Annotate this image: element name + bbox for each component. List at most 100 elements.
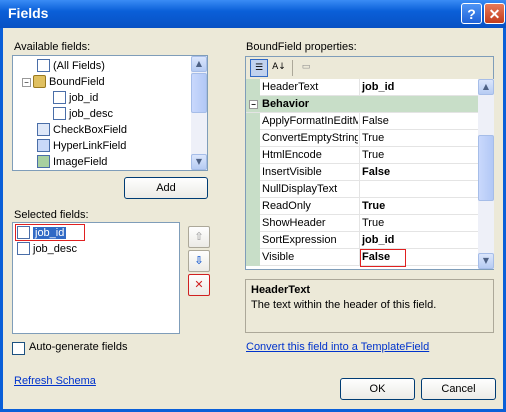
- property-name: HeaderText: [262, 81, 319, 93]
- property-row-applyformatineditmode[interactable]: ApplyFormatInEditM False: [246, 113, 478, 130]
- row-separator: [359, 164, 360, 181]
- selected-fields-label: Selected fields:: [14, 209, 89, 221]
- row-gutter: [246, 164, 260, 181]
- ok-button[interactable]: OK: [340, 378, 415, 400]
- move-up-button[interactable]: ⇧: [188, 226, 210, 248]
- property-rows: HeaderText job_id − Behavior ApplyFormat…: [246, 79, 479, 269]
- selected-item-job-desc[interactable]: job_desc: [17, 242, 77, 255]
- property-toolbar: ☰ A↓ ▭: [246, 57, 493, 79]
- property-row-readonly[interactable]: ReadOnly True: [246, 198, 478, 215]
- tree-item-boundfield[interactable]: − BoundField: [22, 75, 105, 88]
- boundfield-icon: [33, 75, 46, 88]
- row-gutter: [246, 232, 260, 249]
- property-row-showheader[interactable]: ShowHeader True: [246, 215, 478, 232]
- row-gutter: [246, 147, 260, 164]
- close-button[interactable]: ✕: [484, 3, 505, 24]
- row-gutter: [246, 113, 260, 130]
- property-pages-icon[interactable]: ▭: [297, 59, 315, 77]
- property-value[interactable]: True: [362, 217, 384, 229]
- scroll-up-icon[interactable]: ▲: [478, 79, 494, 95]
- dialog-body: Available fields: (All Fields) − BoundFie…: [3, 28, 503, 409]
- property-row-nulldisplaytext[interactable]: NullDisplayText: [246, 181, 478, 198]
- available-fields-tree[interactable]: (All Fields) − BoundField job_id job_desc…: [12, 55, 208, 171]
- row-gutter: [246, 198, 260, 215]
- property-row-insertvisible[interactable]: InsertVisible False: [246, 164, 478, 181]
- property-row-sortexpression[interactable]: SortExpression job_id: [246, 232, 478, 249]
- highlight-box: [360, 249, 406, 267]
- property-value[interactable]: True: [362, 132, 384, 144]
- row-separator: [359, 215, 360, 232]
- description-title: HeaderText: [251, 284, 311, 296]
- property-name: HtmlEncode: [262, 149, 322, 161]
- arrow-up-icon: ⇧: [194, 230, 204, 243]
- scroll-thumb[interactable]: [478, 135, 494, 201]
- scroll-down-icon[interactable]: ▼: [191, 154, 207, 170]
- available-fields-scrollbar[interactable]: ▲ ▼: [191, 56, 207, 170]
- toolbar-divider: [292, 60, 293, 76]
- field-icon: [17, 242, 30, 255]
- property-value[interactable]: False: [362, 115, 389, 127]
- tree-item-imagefield[interactable]: ImageField: [37, 155, 107, 168]
- property-name: SortExpression: [262, 234, 337, 246]
- property-value[interactable]: True: [362, 200, 385, 212]
- category-label: Behavior: [262, 98, 310, 110]
- description-text: The text within the header of this field…: [251, 299, 437, 311]
- property-name: ShowHeader: [262, 217, 326, 229]
- convert-to-templatefield-link[interactable]: Convert this field into a TemplateField: [246, 341, 429, 353]
- cancel-button[interactable]: Cancel: [421, 378, 496, 400]
- property-value[interactable]: False: [362, 166, 390, 178]
- field-icon: [53, 107, 66, 120]
- title-bar[interactable]: Fields ? ✕: [0, 0, 506, 28]
- tree-item-checkboxfield[interactable]: CheckBoxField: [37, 123, 127, 136]
- scroll-thumb[interactable]: [191, 73, 207, 113]
- property-value[interactable]: True: [362, 149, 384, 161]
- fields-dialog: Fields ? ✕ Available fields: (All Fields…: [0, 0, 506, 412]
- row-gutter: [246, 215, 260, 232]
- row-gutter: [246, 249, 260, 266]
- row-gutter: [246, 181, 260, 198]
- checkbox-field-icon: [37, 123, 50, 136]
- collapse-icon[interactable]: −: [249, 100, 258, 109]
- move-down-button[interactable]: ⇩: [188, 250, 210, 272]
- property-grid-scrollbar[interactable]: ▲ ▼: [478, 79, 494, 269]
- add-button[interactable]: Add: [124, 177, 208, 199]
- tree-item-hyperlinkfield[interactable]: HyperLinkField: [37, 139, 126, 152]
- row-separator: [359, 130, 360, 147]
- tree-item-all-fields[interactable]: (All Fields): [37, 59, 105, 72]
- property-row-convertemptystring[interactable]: ConvertEmptyString True: [246, 130, 478, 147]
- property-name: NullDisplayText: [262, 183, 338, 195]
- arrow-down-icon: ⇩: [194, 254, 204, 267]
- property-row-htmlencode[interactable]: HtmlEncode True: [246, 147, 478, 164]
- refresh-schema-link[interactable]: Refresh Schema: [14, 375, 96, 387]
- property-value[interactable]: job_id: [362, 81, 394, 93]
- scroll-up-icon[interactable]: ▲: [191, 56, 207, 72]
- tree-item-job-id[interactable]: job_id: [53, 91, 98, 104]
- auto-generate-checkbox[interactable]: [12, 342, 25, 355]
- tree-item-job-desc[interactable]: job_desc: [53, 107, 113, 120]
- field-icon: [53, 91, 66, 104]
- row-gutter: [246, 130, 260, 147]
- property-value[interactable]: job_id: [362, 234, 394, 246]
- property-name: ConvertEmptyString: [262, 132, 358, 144]
- property-grid[interactable]: ☰ A↓ ▭ HeaderText job_id − Behavior Appl…: [245, 56, 494, 270]
- window-title: Fields: [8, 5, 49, 21]
- auto-generate-label: Auto-generate fields: [29, 341, 128, 353]
- row-separator: [359, 113, 360, 130]
- row-separator: [359, 79, 360, 96]
- help-button[interactable]: ?: [461, 3, 482, 24]
- fields-icon: [37, 59, 50, 72]
- row-separator: [359, 232, 360, 249]
- row-separator: [359, 147, 360, 164]
- remove-button[interactable]: ✕: [188, 274, 210, 296]
- alphabetical-icon[interactable]: A↓: [270, 59, 288, 77]
- scroll-down-icon[interactable]: ▼: [478, 253, 494, 269]
- property-name: ReadOnly: [262, 200, 311, 212]
- image-field-icon: [37, 155, 50, 168]
- row-gutter: [246, 79, 260, 96]
- collapse-icon[interactable]: −: [22, 78, 31, 87]
- property-name: Visible: [262, 251, 295, 263]
- category-behavior[interactable]: − Behavior: [246, 96, 478, 113]
- property-name: InsertVisible: [262, 166, 322, 178]
- property-row-headertext[interactable]: HeaderText job_id: [246, 79, 478, 96]
- categorized-icon[interactable]: ☰: [250, 59, 268, 77]
